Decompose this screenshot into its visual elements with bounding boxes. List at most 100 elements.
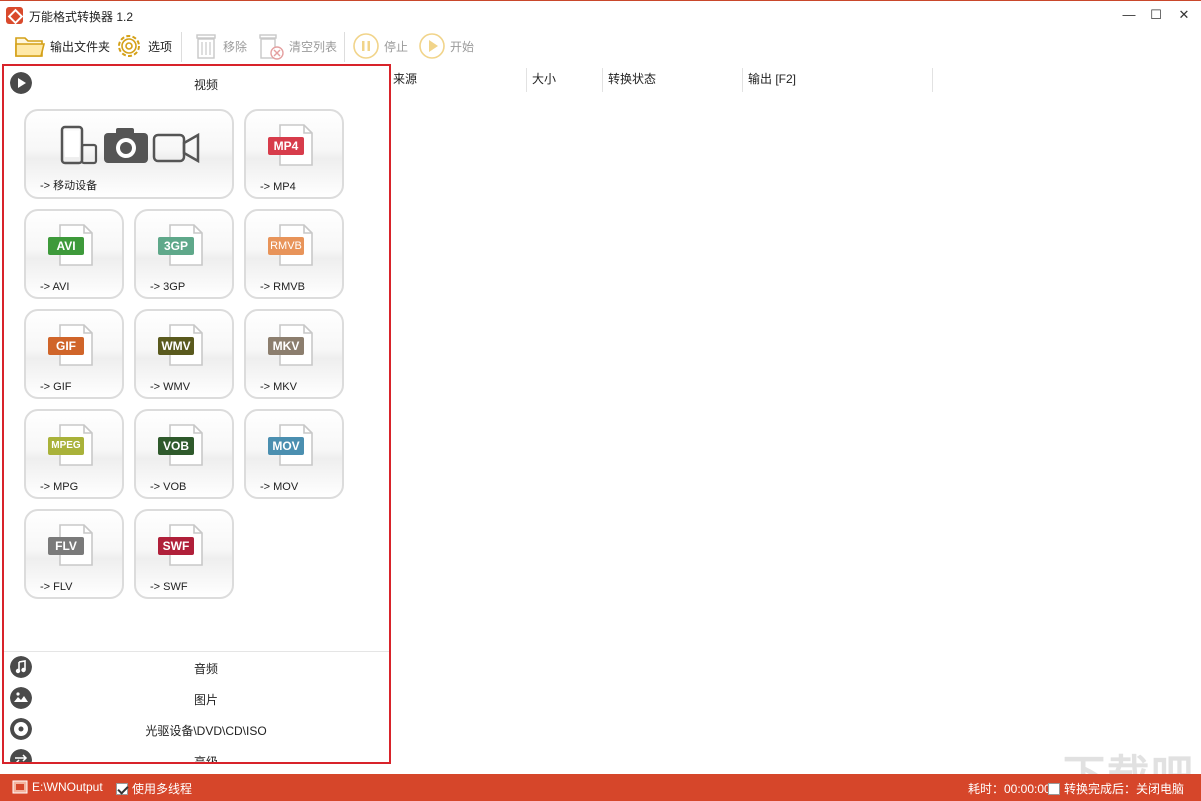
file-icon: MOV — [268, 423, 314, 467]
tile-label: -> 3GP — [150, 281, 186, 293]
remove-label: 移除 — [223, 39, 248, 54]
format-badge: MPEG — [48, 437, 84, 455]
start-button[interactable]: 开始 — [418, 30, 474, 62]
output-folder-label: 输出文件夹 — [50, 39, 111, 54]
multithread-checkbox[interactable] — [116, 782, 128, 795]
tile-rmvb[interactable]: RMVB -> RMVB — [244, 209, 344, 299]
clear-list-icon — [259, 34, 284, 60]
options-button[interactable]: 选项 — [114, 30, 172, 62]
column-divider[interactable] — [742, 68, 743, 92]
file-icon: WMV — [158, 323, 204, 367]
output-path-label: E:\WNOutput — [32, 780, 103, 794]
folder-icon — [12, 780, 28, 794]
file-icon: RMVB — [268, 223, 314, 267]
maximize-button[interactable]: ☐ — [1142, 4, 1170, 26]
tile-vob[interactable]: VOB -> VOB — [134, 409, 234, 499]
minimize-button[interactable]: — — [1115, 4, 1143, 26]
close-button[interactable]: ✕ — [1170, 4, 1198, 26]
tile-label: -> WMV — [150, 381, 191, 393]
folder-icon — [15, 37, 46, 57]
tile-wmv[interactable]: WMV -> WMV — [134, 309, 234, 399]
section-audio[interactable]: 音频 — [4, 652, 389, 682]
file-list-header: 来源 大小 转换状态 输出 [F2] — [391, 66, 1199, 92]
shutdown-checkbox[interactable] — [1048, 782, 1060, 795]
shutdown-toggle[interactable]: 转换完成后：关闭电脑 — [1048, 780, 1184, 797]
remove-button[interactable]: 移除 — [193, 30, 247, 62]
tile-avi[interactable]: AVI -> AVI — [24, 209, 124, 299]
elapsed-time-label: 耗时：00:00:00 — [968, 782, 1051, 796]
column-status[interactable]: 转换状态 — [606, 66, 740, 92]
column-source[interactable]: 来源 — [391, 66, 525, 92]
tile-label: -> RMVB — [260, 281, 305, 293]
title-bar: 万能格式转换器 1.2 — ☐ ✕ — [0, 0, 1201, 30]
section-image-label: 图片 — [193, 693, 218, 707]
tile-flv[interactable]: FLV -> FLV — [24, 509, 124, 599]
tile-swf[interactable]: SWF -> SWF — [134, 509, 234, 599]
format-badge: GIF — [48, 337, 84, 355]
file-icon: FLV — [48, 523, 94, 567]
format-badge: MP4 — [268, 137, 304, 155]
section-image[interactable]: 图片 — [4, 683, 389, 713]
shutdown-label: 转换完成后：关闭电脑 — [1064, 782, 1185, 796]
output-folder-button[interactable]: 输出文件夹 — [14, 30, 110, 62]
file-icon: SWF — [158, 523, 204, 567]
tile-label: -> MPG — [40, 481, 79, 493]
pause-icon — [353, 33, 379, 59]
trash-icon — [196, 34, 216, 59]
tile-mpg[interactable]: MPEG -> MPG — [24, 409, 124, 499]
multithread-toggle[interactable]: 使用多线程 — [116, 780, 192, 797]
section-advanced[interactable]: 高级 — [4, 745, 389, 762]
format-badge: WMV — [158, 337, 194, 355]
column-divider[interactable] — [526, 68, 527, 92]
clear-list-button[interactable]: 清空列表 — [257, 30, 337, 62]
tile-3gp[interactable]: 3GP -> 3GP — [134, 209, 234, 299]
conversion-panel: 视频 -> 移动设备 MP4 -> MP4 AVI -> AVI 3GP -> … — [2, 64, 391, 764]
tile-label: -> SWF — [150, 581, 188, 593]
stop-button[interactable]: 停止 — [352, 30, 408, 62]
tile-gif[interactable]: GIF -> GIF — [24, 309, 124, 399]
file-icon: 3GP — [158, 223, 204, 267]
format-badge: RMVB — [268, 237, 304, 255]
mobile-camera-video-icon — [60, 125, 200, 165]
section-disc-label: 光驱设备\DVD\CD\ISO — [145, 724, 267, 738]
file-icon: MP4 — [268, 123, 314, 167]
play-icon — [419, 33, 445, 59]
app-logo-icon — [6, 7, 23, 24]
tile-label: -> MOV — [260, 481, 299, 493]
multithread-label: 使用多线程 — [132, 782, 193, 796]
column-divider[interactable] — [602, 68, 603, 92]
file-icon: AVI — [48, 223, 94, 267]
format-badge: VOB — [158, 437, 194, 455]
section-video[interactable]: 视频 — [4, 68, 389, 98]
format-badge: MOV — [268, 437, 304, 455]
start-label: 开始 — [450, 39, 475, 54]
section-audio-label: 音频 — [193, 662, 218, 676]
tile-label: -> FLV — [40, 581, 73, 593]
format-badge: MKV — [268, 337, 304, 355]
file-icon: GIF — [48, 323, 94, 367]
output-path[interactable]: E:\WNOutput — [12, 780, 103, 794]
tile-label: -> 移动设备 — [40, 180, 98, 192]
file-icon: MKV — [268, 323, 314, 367]
section-disc[interactable]: 光驱设备\DVD\CD\ISO — [4, 714, 389, 744]
toolbar-divider — [344, 32, 345, 62]
stop-label: 停止 — [384, 39, 409, 54]
file-icon: VOB — [158, 423, 204, 467]
tile-mp4[interactable]: MP4 -> MP4 — [244, 109, 344, 199]
clear-list-label: 清空列表 — [289, 39, 338, 54]
window-title: 万能格式转换器 1.2 — [29, 10, 134, 24]
elapsed-time: 耗时：00:00:00 — [968, 780, 1051, 797]
tile-label: -> VOB — [150, 481, 187, 493]
format-badge: FLV — [48, 537, 84, 555]
tile-mkv[interactable]: MKV -> MKV — [244, 309, 344, 399]
toolbar: 输出文件夹 选项 移除 清空列表 停止 开始 — [0, 30, 1201, 64]
tile-mobile-device[interactable]: -> 移动设备 — [24, 109, 234, 199]
column-divider[interactable] — [932, 68, 933, 92]
tile-label: -> MKV — [260, 381, 297, 393]
tile-label: -> GIF — [40, 381, 72, 393]
tile-mov[interactable]: MOV -> MOV — [244, 409, 344, 499]
tile-label: -> AVI — [40, 281, 70, 293]
file-icon: MPEG — [48, 423, 94, 467]
column-size[interactable]: 大小 — [530, 66, 602, 92]
column-output[interactable]: 输出 [F2] — [746, 66, 930, 92]
